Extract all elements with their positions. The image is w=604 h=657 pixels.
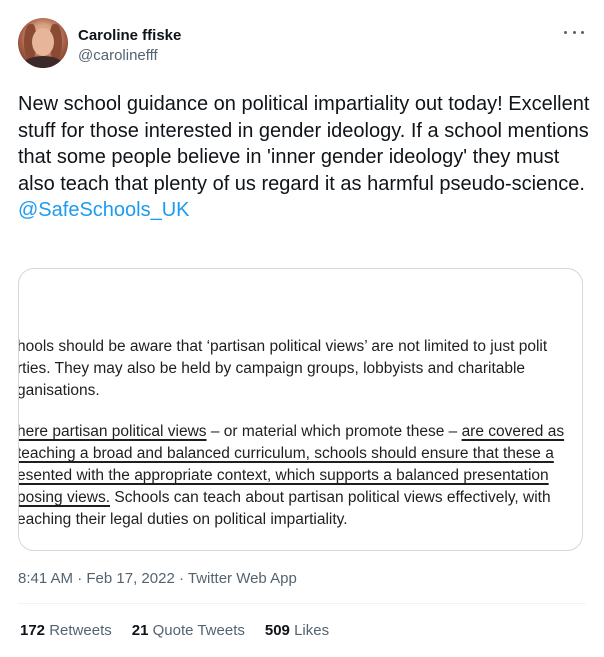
doc-line: teaching a broad and balanced curriculum… bbox=[18, 443, 554, 465]
more-dot bbox=[572, 30, 576, 34]
tweet-media-image[interactable]: hools should be aware that ‘partisan pol… bbox=[18, 268, 583, 551]
divider bbox=[18, 603, 586, 604]
meta-separator: · bbox=[73, 570, 87, 587]
tweet-body: New school guidance on political imparti… bbox=[18, 93, 595, 195]
author-display-name[interactable]: Caroline ffiske bbox=[78, 26, 181, 46]
doc-text: – or material which promote these – bbox=[206, 423, 462, 440]
avatar-face bbox=[32, 28, 54, 56]
tweet-date[interactable]: Feb 17, 2022 bbox=[86, 570, 174, 587]
quote-tweets-stat[interactable]: 21 Quote Tweets bbox=[132, 621, 245, 641]
doc-line: hools should be aware that ‘partisan pol… bbox=[18, 336, 548, 358]
retweets-stat[interactable]: 172 Retweets bbox=[20, 621, 112, 641]
doc-text: eaching their legal duties on political … bbox=[18, 511, 348, 528]
doc-line: rties. They may also be held by campaign… bbox=[18, 358, 526, 380]
likes-label: Likes bbox=[294, 622, 330, 639]
quote-tweets-count: 21 bbox=[131, 622, 149, 639]
doc-line: here partisan political views – or mater… bbox=[18, 421, 565, 443]
more-horizontal-icon[interactable] bbox=[564, 24, 584, 40]
likes-count: 509 bbox=[264, 622, 290, 639]
doc-text-underlined: posing views. bbox=[18, 489, 111, 506]
author-handle[interactable]: @carolinefff bbox=[78, 46, 181, 66]
retweets-label: Retweets bbox=[49, 622, 112, 639]
more-dot bbox=[564, 30, 567, 34]
doc-line: posing views. Schools can teach about pa… bbox=[18, 487, 551, 509]
doc-line: esented with the appropriate context, wh… bbox=[18, 465, 549, 487]
doc-text-underlined: esented with the appropriate context, wh… bbox=[18, 467, 549, 484]
doc-text: hools should be aware that ‘partisan pol… bbox=[18, 338, 548, 355]
doc-text-underlined: teaching a broad and balanced curriculum… bbox=[18, 445, 554, 462]
tweet-stats: 172 Retweets 21 Quote Tweets 509 Likes bbox=[20, 621, 329, 641]
avatar[interactable] bbox=[18, 18, 68, 68]
doc-text: rties. They may also be held by campaign… bbox=[18, 360, 526, 377]
tweet-timestamp[interactable]: 8:41 AM bbox=[18, 570, 73, 587]
retweets-count: 172 bbox=[20, 622, 46, 639]
author-names: Caroline ffiske @carolinefff bbox=[78, 26, 181, 66]
doc-text-underlined: here partisan political views bbox=[18, 423, 207, 440]
more-dot bbox=[581, 30, 584, 34]
doc-text-underlined: are covered as bbox=[461, 423, 565, 440]
likes-stat[interactable]: 509 Likes bbox=[265, 621, 329, 641]
tweet-source[interactable]: Twitter Web App bbox=[188, 570, 297, 587]
tweet-meta: 8:41 AM · Feb 17, 2022 · Twitter Web App bbox=[18, 569, 297, 589]
doc-text: Schools can teach about partisan politic… bbox=[110, 489, 551, 506]
meta-separator: · bbox=[174, 570, 188, 587]
doc-line: eaching their legal duties on political … bbox=[18, 509, 348, 531]
doc-text: ganisations. bbox=[18, 382, 100, 399]
doc-line: ganisations. bbox=[18, 380, 100, 402]
tweet-text: New school guidance on political imparti… bbox=[18, 91, 590, 224]
mention-link[interactable]: @SafeSchools_UK bbox=[18, 199, 190, 221]
tweet-header: Caroline ffiske @carolinefff bbox=[18, 18, 586, 74]
quote-tweets-label: Quote Tweets bbox=[152, 622, 245, 639]
